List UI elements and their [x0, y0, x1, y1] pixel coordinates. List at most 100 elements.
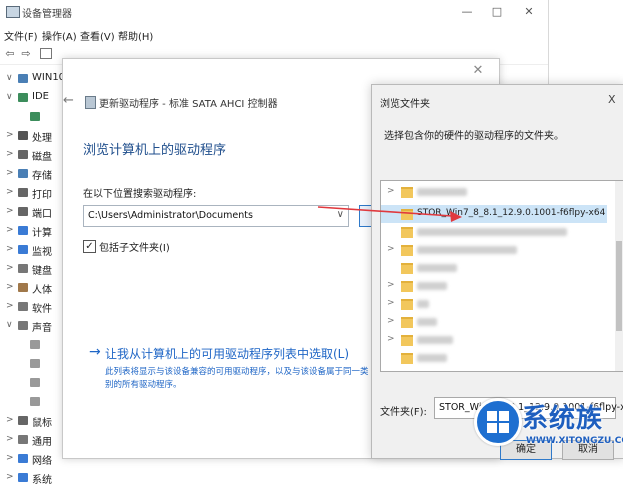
folder-icon — [401, 263, 413, 274]
device-icon — [85, 96, 96, 109]
chevron-right-icon[interactable]: > — [6, 415, 14, 425]
selected-folder-name: STOR_Win7_8_8.1_12.9.0.1001-f6flpy-x64 — [417, 208, 606, 218]
chevron-right-icon[interactable]: > — [6, 187, 14, 197]
chevron-right-icon[interactable]: > — [6, 130, 14, 140]
chevron-right-icon[interactable]: > — [6, 149, 14, 159]
computer-icon — [18, 226, 28, 235]
folder-icon — [401, 299, 413, 310]
folder-icon — [401, 209, 413, 220]
folder-icon — [401, 317, 413, 328]
chevron-down-icon[interactable]: ∨ — [6, 73, 13, 83]
tree-row-label: 通用 — [32, 437, 52, 448]
chevron-right-icon[interactable]: > — [6, 453, 14, 463]
device-manager-icon — [6, 6, 20, 18]
search-path-combobox[interactable]: C:\Users\Administrator\Documents ∨ — [83, 205, 349, 227]
chevron-right-icon[interactable]: > — [6, 225, 14, 235]
scrollbar[interactable] — [615, 181, 623, 371]
folder-icon — [401, 335, 413, 346]
processor-icon — [18, 131, 28, 140]
tree-row-label: 存储 — [32, 171, 52, 182]
folder-icon — [401, 187, 413, 198]
close-icon[interactable]: ✕ — [467, 63, 489, 81]
menu-action[interactable]: 操作(A) — [42, 28, 77, 43]
system-icon — [18, 473, 28, 482]
folder-tree[interactable]: > STOR_Win7_8_8.1_12.9.0.1001-f6flpy-x64… — [380, 180, 623, 372]
folder-row[interactable]: > — [381, 241, 607, 259]
disk-drive-icon — [18, 150, 28, 159]
menu-help[interactable]: 帮助(H) — [118, 28, 153, 43]
keyboard-icon — [18, 264, 28, 273]
chevron-down-icon[interactable]: ∨ — [6, 320, 13, 330]
chevron-right-icon[interactable]: > — [387, 244, 395, 254]
chevron-right-icon[interactable]: > — [6, 168, 14, 178]
minimize-button[interactable]: — — [452, 4, 482, 20]
menu-file[interactable]: 文件(F) — [4, 28, 38, 43]
search-location-label: 在以下位置搜索驱动程序: — [83, 189, 197, 200]
maximize-button[interactable]: □ — [482, 4, 512, 20]
folder-row[interactable]: > — [381, 277, 607, 295]
storage-icon — [18, 169, 28, 178]
tree-row-label: WIN10 — [32, 72, 66, 83]
chevron-right-icon[interactable]: > — [387, 316, 395, 326]
folder-row[interactable] — [381, 259, 607, 277]
title-bar: 设备管理器 — □ ✕ — [0, 0, 548, 24]
menu-view[interactable]: 查看(V) — [80, 28, 115, 43]
software-icon — [18, 302, 28, 311]
chevron-right-icon[interactable]: > — [6, 244, 14, 254]
tree-row-label: 磁盘 — [32, 152, 52, 163]
folder-row[interactable]: > — [381, 331, 607, 349]
chevron-right-icon[interactable]: > — [6, 263, 14, 273]
pick-from-list-description: 此列表将显示与该设备兼容的可用驱动程序，以及与该设备属于同一类别的所有驱动程序。 — [105, 367, 369, 390]
folder-row[interactable]: > — [381, 295, 607, 313]
tree-row-label: 监视 — [32, 247, 52, 258]
tree-row-label: 键盘 — [32, 266, 52, 277]
include-subfolders-label[interactable]: 包括子文件夹(I) — [99, 239, 170, 254]
chevron-right-icon[interactable]: > — [6, 434, 14, 444]
folder-row-selected[interactable]: STOR_Win7_8_8.1_12.9.0.1001-f6flpy-x64 — [381, 205, 607, 223]
folder-row[interactable] — [381, 223, 607, 241]
window-title: 设备管理器 — [22, 9, 72, 20]
audio-device-icon — [30, 359, 40, 368]
windows-logo-icon — [474, 398, 522, 446]
scrollbar-thumb[interactable] — [616, 241, 622, 331]
audio-device-icon — [30, 340, 40, 349]
chevron-right-icon[interactable]: > — [6, 472, 14, 482]
chevron-right-icon[interactable]: > — [387, 280, 395, 290]
chevron-right-icon[interactable]: > — [6, 206, 14, 216]
chevron-down-icon[interactable]: ∨ — [337, 209, 344, 220]
ide-controller-icon — [18, 93, 28, 102]
back-icon[interactable]: ⇦ — [4, 48, 16, 59]
watermark-url: WWW.XITONGZU.COM — [526, 436, 623, 446]
tree-row-label: 鼠标 — [32, 418, 52, 429]
chevron-right-icon[interactable]: > — [387, 334, 395, 344]
folder-row[interactable] — [381, 349, 607, 367]
port-icon — [18, 207, 28, 216]
blurred-folder-name — [417, 318, 437, 326]
audio-device-icon — [30, 397, 40, 406]
folder-row[interactable]: > — [381, 183, 607, 201]
tree-row[interactable]: > 系统 — [0, 469, 80, 488]
blurred-folder-name — [417, 246, 517, 254]
chevron-right-icon[interactable]: > — [387, 298, 395, 308]
back-arrow-icon[interactable]: ← — [63, 93, 74, 108]
chevron-right-icon[interactable]: > — [387, 186, 395, 196]
monitor-icon — [18, 245, 28, 254]
chevron-right-icon[interactable]: > — [6, 282, 14, 292]
tree-row-label: 网络 — [32, 456, 52, 467]
pick-from-list-link[interactable]: 让我从计算机上的可用驱动程序列表中选取(L) — [105, 345, 349, 362]
folder-icon — [401, 245, 413, 256]
arrow-right-icon: → — [89, 344, 101, 360]
chevron-down-icon[interactable]: ∨ — [6, 92, 13, 102]
blurred-folder-name — [417, 300, 429, 308]
close-icon[interactable]: X — [608, 93, 616, 106]
properties-icon[interactable] — [40, 48, 52, 59]
include-subfolders-checkbox[interactable]: ✓ — [83, 240, 96, 253]
folder-row[interactable]: > — [381, 313, 607, 331]
sound-icon — [18, 321, 28, 330]
tree-row-label: 软件 — [32, 304, 52, 315]
chevron-right-icon[interactable]: > — [6, 301, 14, 311]
forward-icon[interactable]: ⇨ — [20, 48, 32, 59]
watermark-brand: 系统族 — [522, 404, 604, 434]
page-heading: 浏览计算机上的驱动程序 — [83, 143, 227, 158]
close-button[interactable]: ✕ — [514, 4, 544, 20]
